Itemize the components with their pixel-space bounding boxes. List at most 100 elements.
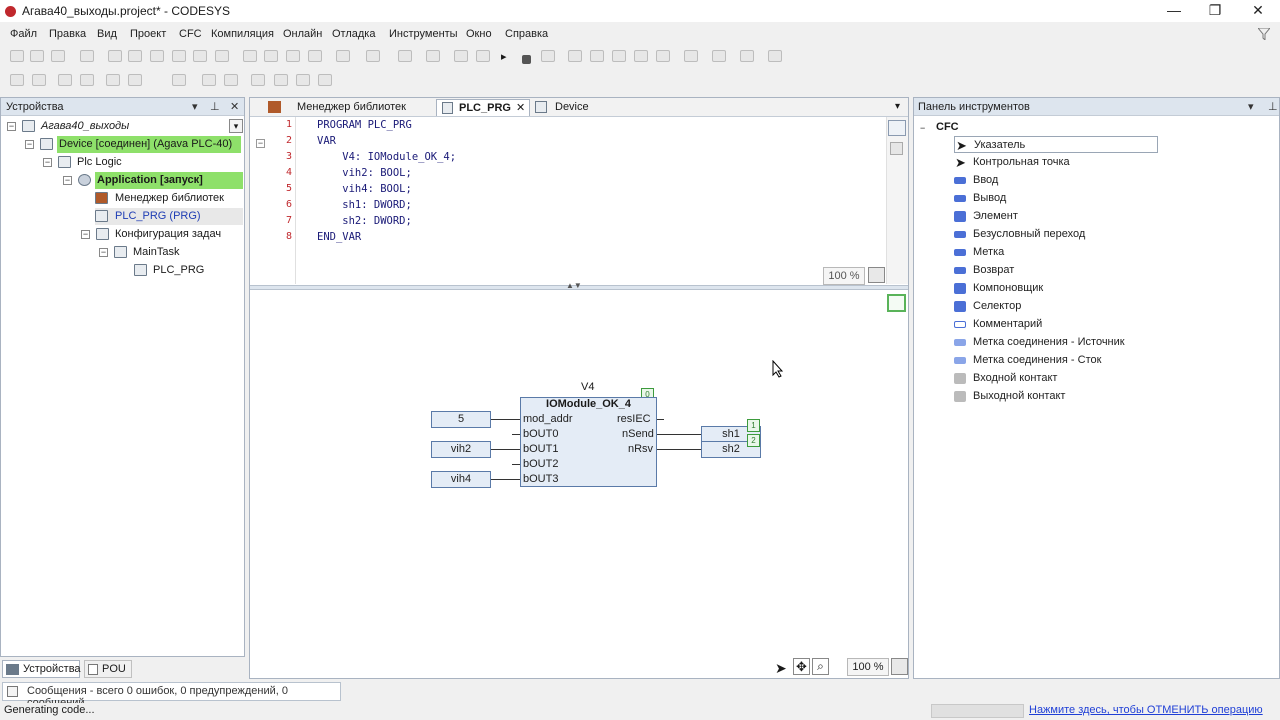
input-pin-bout3[interactable]: bOUT3 (523, 473, 558, 485)
pan-tool-icon[interactable]: ✥ (793, 658, 810, 675)
group-icon[interactable] (251, 74, 265, 86)
replace-icon[interactable] (264, 50, 278, 62)
tool-pointer[interactable]: ➤ Указатель (954, 136, 1158, 153)
collapse-icon[interactable]: − (63, 176, 72, 185)
route-icon[interactable] (318, 74, 332, 86)
delete-icon[interactable] (215, 50, 229, 62)
magnifier-tool-icon[interactable]: ⌕ (812, 658, 829, 675)
menu-edit[interactable]: Правка (49, 28, 86, 40)
insert-input-icon[interactable] (10, 74, 24, 86)
tab-close-icon[interactable]: ✕ (516, 100, 525, 116)
collapse-icon[interactable]: − (7, 122, 16, 131)
output-pin-nrsv[interactable]: nRsv (628, 443, 653, 455)
order-icon[interactable] (172, 74, 186, 86)
input-pin-bout0[interactable]: bOUT0 (523, 428, 558, 440)
menu-project[interactable]: Проект (130, 28, 166, 40)
stop-icon[interactable] (522, 55, 531, 64)
output-pin-nsend[interactable]: nSend (622, 428, 654, 440)
declaration-scrollbar[interactable] (886, 117, 908, 284)
paste-icon[interactable] (193, 50, 207, 62)
messages-tab[interactable]: Сообщения - всего 0 ошибок, 0 предупрежд… (2, 682, 341, 709)
editor-splitter[interactable]: ▲▼ (250, 281, 908, 290)
cfc-input-constant[interactable]: 5 (431, 411, 491, 428)
order-up-icon[interactable] (224, 74, 238, 86)
negate-icon[interactable] (58, 74, 72, 86)
collapse-icon[interactable]: − (25, 140, 34, 149)
multicore-icon[interactable] (768, 50, 782, 62)
step-over-icon[interactable] (590, 50, 604, 62)
zoom-icon[interactable] (891, 658, 908, 675)
connect-icon[interactable] (296, 74, 310, 86)
order-by-flow-icon[interactable] (202, 74, 216, 86)
minimize-button[interactable]: — (1154, 0, 1194, 22)
copy-icon[interactable] (172, 50, 186, 62)
input-pin-bout1[interactable]: bOUT1 (523, 443, 558, 455)
dropdown-tool-icon[interactable] (366, 50, 380, 62)
step-into-icon[interactable] (612, 50, 626, 62)
run-icon[interactable]: ▸ (501, 50, 509, 63)
cfc-input-vih2[interactable]: vih2 (431, 441, 491, 458)
menu-online[interactable]: Онлайн (283, 28, 322, 40)
write-values-icon[interactable] (684, 50, 698, 62)
tab-library-manager[interactable]: Менеджер библиотек (262, 99, 437, 116)
menu-build[interactable]: Компиляция (211, 28, 274, 40)
logout-icon[interactable] (476, 50, 490, 62)
new-file-icon[interactable] (10, 50, 24, 62)
menu-tools[interactable]: Инструменты (389, 28, 458, 40)
rebuild-icon[interactable] (426, 50, 440, 62)
collapse-icon[interactable]: − (99, 248, 108, 257)
input-pin-mod-addr[interactable]: mod_addr (523, 413, 573, 425)
step-out-icon[interactable] (634, 50, 648, 62)
collapse-icon[interactable]: − (43, 158, 52, 167)
cfc-editor[interactable]: V4 0 IOModule_OK_4 mod_addr bOUT0 bOUT1 … (250, 291, 908, 678)
panel-close-icon[interactable]: ✕ (230, 100, 239, 113)
tab-devices[interactable]: Устройства (2, 660, 81, 678)
tree-item-plc-prg[interactable]: PLC_PRG (PRG) (95, 208, 243, 225)
cfc-zoom-value[interactable]: 100 % (847, 658, 889, 676)
undo-icon[interactable] (108, 50, 122, 62)
input-pin-bout2[interactable]: bOUT2 (523, 458, 558, 470)
cut-icon[interactable] (150, 50, 164, 62)
panel-menu-icon[interactable]: ▾ (1248, 100, 1254, 113)
declaration-zoom-value[interactable]: 100 % (823, 267, 865, 285)
tab-list-dropdown-icon[interactable]: ▾ (895, 101, 900, 112)
run-to-cursor-icon[interactable] (656, 50, 670, 62)
collapse-icon[interactable]: − (920, 123, 925, 133)
open-file-icon[interactable] (30, 50, 44, 62)
menu-file[interactable]: Файл (10, 28, 37, 40)
login-icon[interactable] (454, 50, 468, 62)
pointer-tool-icon[interactable]: ➤ (775, 660, 787, 677)
ungroup-icon[interactable] (274, 74, 288, 86)
edge-detect-icon[interactable] (80, 74, 94, 86)
declaration-view-icon[interactable] (888, 120, 906, 136)
panel-menu-icon[interactable]: ▾ (192, 100, 198, 113)
find-icon[interactable] (243, 50, 257, 62)
tab-device[interactable]: Device (532, 99, 612, 116)
unforce-icon[interactable] (740, 50, 754, 62)
redo-icon[interactable] (128, 50, 142, 62)
cfc-toolbox-toggle-icon[interactable] (887, 294, 906, 312)
maximize-button[interactable]: ❐ (1195, 0, 1235, 22)
save-icon[interactable] (51, 50, 65, 62)
menu-help[interactable]: Справка (505, 28, 548, 40)
tree-dropdown-icon[interactable]: ▾ (229, 119, 243, 133)
scrollbar-thumb[interactable] (890, 142, 903, 155)
menu-window[interactable]: Окно (466, 28, 492, 40)
function-block-iomodule[interactable]: IOModule_OK_4 mod_addr bOUT0 bOUT1 bOUT2… (520, 397, 657, 487)
cfc-input-vih4[interactable]: vih4 (431, 471, 491, 488)
splitter-arrows-icon[interactable]: ▲▼ (566, 281, 582, 290)
build-icon[interactable] (398, 50, 412, 62)
force-values-icon[interactable] (712, 50, 726, 62)
bookmark-next-icon[interactable] (308, 50, 322, 62)
insert-output-icon[interactable] (32, 74, 46, 86)
window-icon[interactable] (336, 50, 350, 62)
reset-icon[interactable] (541, 50, 555, 62)
print-icon[interactable] (80, 50, 94, 62)
fold-collapse-icon[interactable]: − (256, 139, 265, 148)
declaration-editor[interactable]: − 1 2 3 4 5 6 7 8 PROGRAM PLC_PRG VAR V4… (250, 117, 908, 285)
cancel-operation-link[interactable]: Нажмите здесь, чтобы ОТМЕНИТЬ операцию (1029, 704, 1263, 716)
set-icon[interactable] (106, 74, 120, 86)
pin-icon[interactable]: ⊥ (1268, 100, 1278, 113)
menu-view[interactable]: Вид (97, 28, 117, 40)
pin-icon[interactable]: ⊥ (210, 100, 220, 113)
